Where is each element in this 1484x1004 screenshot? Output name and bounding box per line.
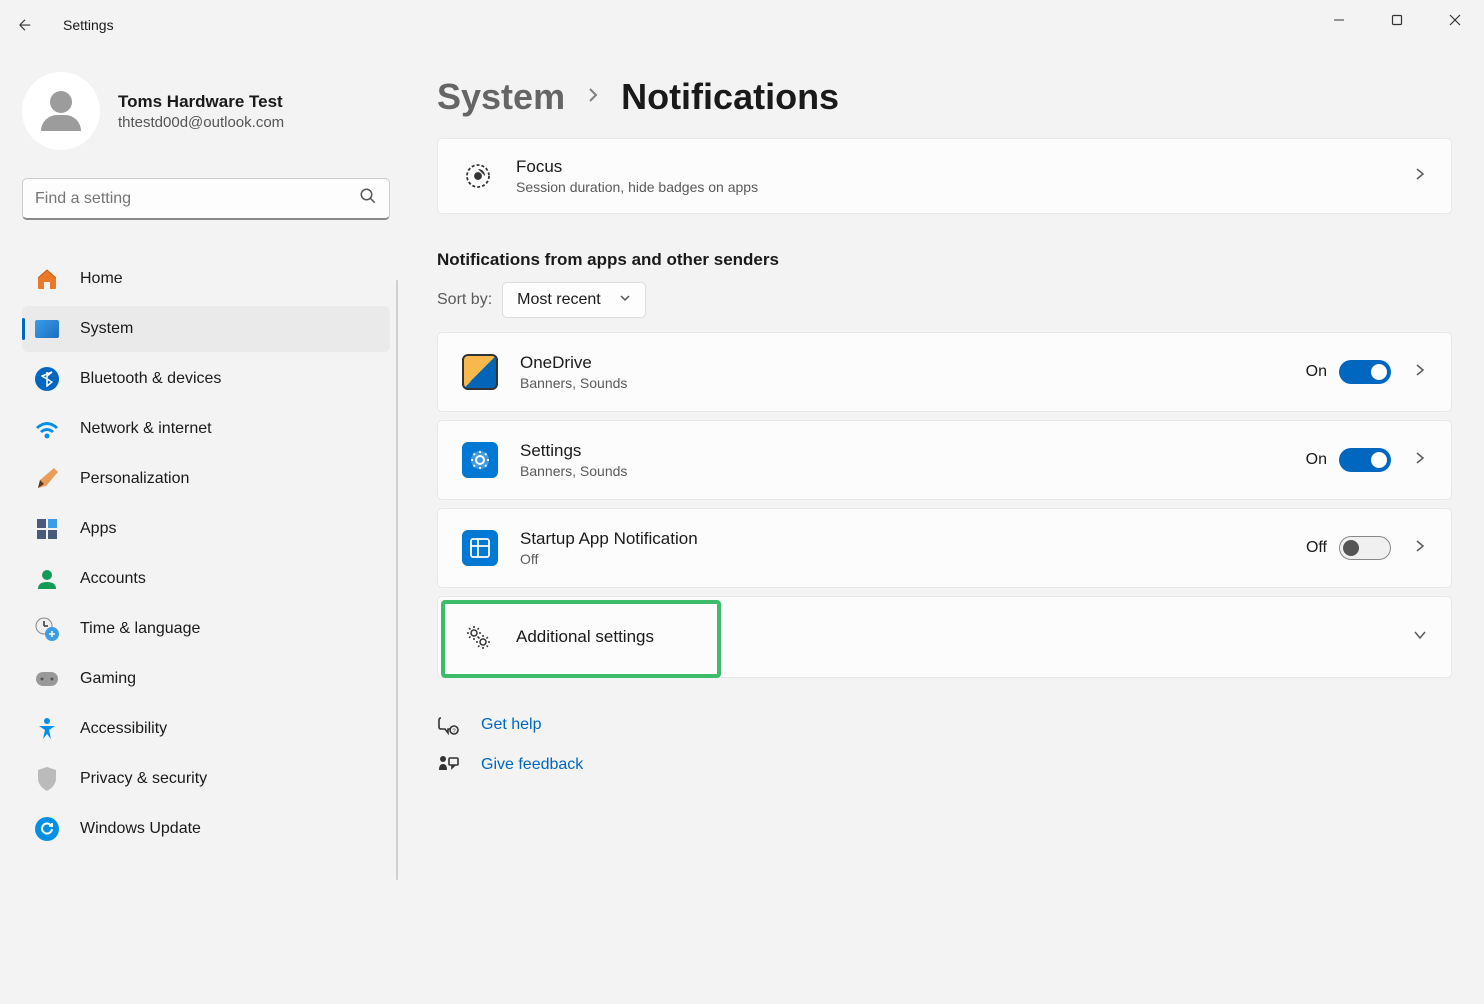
sidebar-item-network[interactable]: Network & internet [22, 406, 390, 452]
sidebar-item-system[interactable]: System [22, 306, 390, 352]
user-name: Toms Hardware Test [118, 92, 284, 112]
toggle-switch[interactable] [1339, 448, 1391, 472]
minimize-button[interactable] [1310, 0, 1368, 40]
chevron-right-icon [1413, 363, 1427, 382]
sort-dropdown[interactable]: Most recent [502, 282, 646, 318]
scrollbar[interactable] [396, 280, 398, 880]
app-row-settings[interactable]: Settings Banners, Sounds On [437, 420, 1452, 500]
app-subtitle: Banners, Sounds [520, 375, 1284, 391]
focus-card[interactable]: Focus Session duration, hide badges on a… [437, 138, 1452, 214]
toggle-state: On [1306, 363, 1327, 381]
toggle-state: On [1306, 451, 1327, 469]
user-profile[interactable]: Toms Hardware Test thtestd00d@outlook.co… [22, 72, 405, 150]
app-subtitle: Off [520, 551, 1284, 567]
give-feedback-link[interactable]: Give feedback [437, 754, 1452, 776]
focus-title: Focus [516, 157, 1391, 177]
sidebar-item-accounts[interactable]: Accounts [22, 556, 390, 602]
app-name: OneDrive [520, 353, 1284, 373]
app-title: Settings [63, 17, 114, 33]
chevron-right-icon [1413, 539, 1427, 558]
sidebar-item-label: System [80, 320, 133, 338]
toggle-switch[interactable] [1339, 360, 1391, 384]
sidebar-item-update[interactable]: Windows Update [22, 806, 390, 852]
settings-app-icon [462, 442, 498, 478]
startup-app-icon [462, 530, 498, 566]
sidebar-item-label: Accessibility [80, 720, 167, 738]
app-row-onedrive[interactable]: OneDrive Banners, Sounds On [437, 332, 1452, 412]
maximize-button[interactable] [1368, 0, 1426, 40]
back-button[interactable] [15, 15, 35, 35]
network-icon [34, 416, 60, 442]
help-icon: ? [437, 714, 459, 736]
sidebar-item-label: Gaming [80, 670, 136, 688]
sidebar-item-label: Time & language [80, 620, 200, 638]
page-title: Notifications [621, 76, 839, 118]
apps-icon [34, 516, 60, 542]
sidebar-item-personalization[interactable]: Personalization [22, 456, 390, 502]
home-icon [34, 266, 60, 292]
feedback-icon [437, 754, 459, 776]
sidebar-item-label: Apps [80, 520, 116, 538]
gaming-icon [34, 666, 60, 692]
sidebar-item-label: Personalization [80, 470, 189, 488]
get-help-link[interactable]: ? Get help [437, 714, 1452, 736]
user-email: thtestd00d@outlook.com [118, 114, 284, 131]
chevron-down-icon [1413, 628, 1427, 647]
sort-label: Sort by: [437, 291, 492, 309]
onedrive-icon [462, 354, 498, 390]
search-input[interactable] [35, 190, 359, 208]
feedback-label: Give feedback [481, 756, 583, 774]
additional-title: Additional settings [516, 627, 1391, 647]
accessibility-icon [34, 716, 60, 742]
sidebar-item-label: Network & internet [80, 420, 212, 438]
sidebar-item-label: Home [80, 270, 123, 288]
sidebar-item-label: Privacy & security [80, 770, 207, 788]
chevron-down-icon [619, 291, 631, 309]
search-box[interactable] [22, 178, 390, 220]
bluetooth-icon [34, 366, 60, 392]
system-icon [34, 316, 60, 342]
additional-settings-icon [462, 621, 494, 653]
privacy-icon [34, 766, 60, 792]
additional-settings-card[interactable]: Additional settings [437, 596, 1452, 678]
sidebar-item-bluetooth[interactable]: Bluetooth & devices [22, 356, 390, 402]
personalization-icon [34, 466, 60, 492]
update-icon [34, 816, 60, 842]
app-row-startup[interactable]: Startup App Notification Off Off [437, 508, 1452, 588]
sidebar-item-privacy[interactable]: Privacy & security [22, 756, 390, 802]
breadcrumb: System Notifications [437, 76, 1452, 118]
sidebar-item-label: Accounts [80, 570, 146, 588]
focus-subtitle: Session duration, hide badges on apps [516, 179, 1391, 195]
toggle-switch[interactable] [1339, 536, 1391, 560]
avatar [22, 72, 100, 150]
breadcrumb-parent[interactable]: System [437, 76, 565, 118]
sidebar-item-label: Windows Update [80, 820, 201, 838]
section-title: Notifications from apps and other sender… [437, 250, 1452, 270]
chevron-right-icon [585, 87, 601, 108]
time-icon [34, 616, 60, 642]
focus-icon [462, 160, 494, 192]
sidebar-item-label: Bluetooth & devices [80, 370, 221, 388]
chevron-right-icon [1413, 451, 1427, 470]
accounts-icon [34, 566, 60, 592]
sidebar-item-accessibility[interactable]: Accessibility [22, 706, 390, 752]
sidebar-item-home[interactable]: Home [22, 256, 390, 302]
close-button[interactable] [1426, 0, 1484, 40]
help-label: Get help [481, 716, 541, 734]
sort-value: Most recent [517, 291, 601, 309]
app-name: Settings [520, 441, 1284, 461]
sidebar-item-apps[interactable]: Apps [22, 506, 390, 552]
sidebar-item-gaming[interactable]: Gaming [22, 656, 390, 702]
chevron-right-icon [1413, 167, 1427, 186]
app-name: Startup App Notification [520, 529, 1284, 549]
app-subtitle: Banners, Sounds [520, 463, 1284, 479]
toggle-state: Off [1306, 539, 1327, 557]
search-icon [359, 187, 377, 210]
sidebar-item-time[interactable]: Time & language [22, 606, 390, 652]
